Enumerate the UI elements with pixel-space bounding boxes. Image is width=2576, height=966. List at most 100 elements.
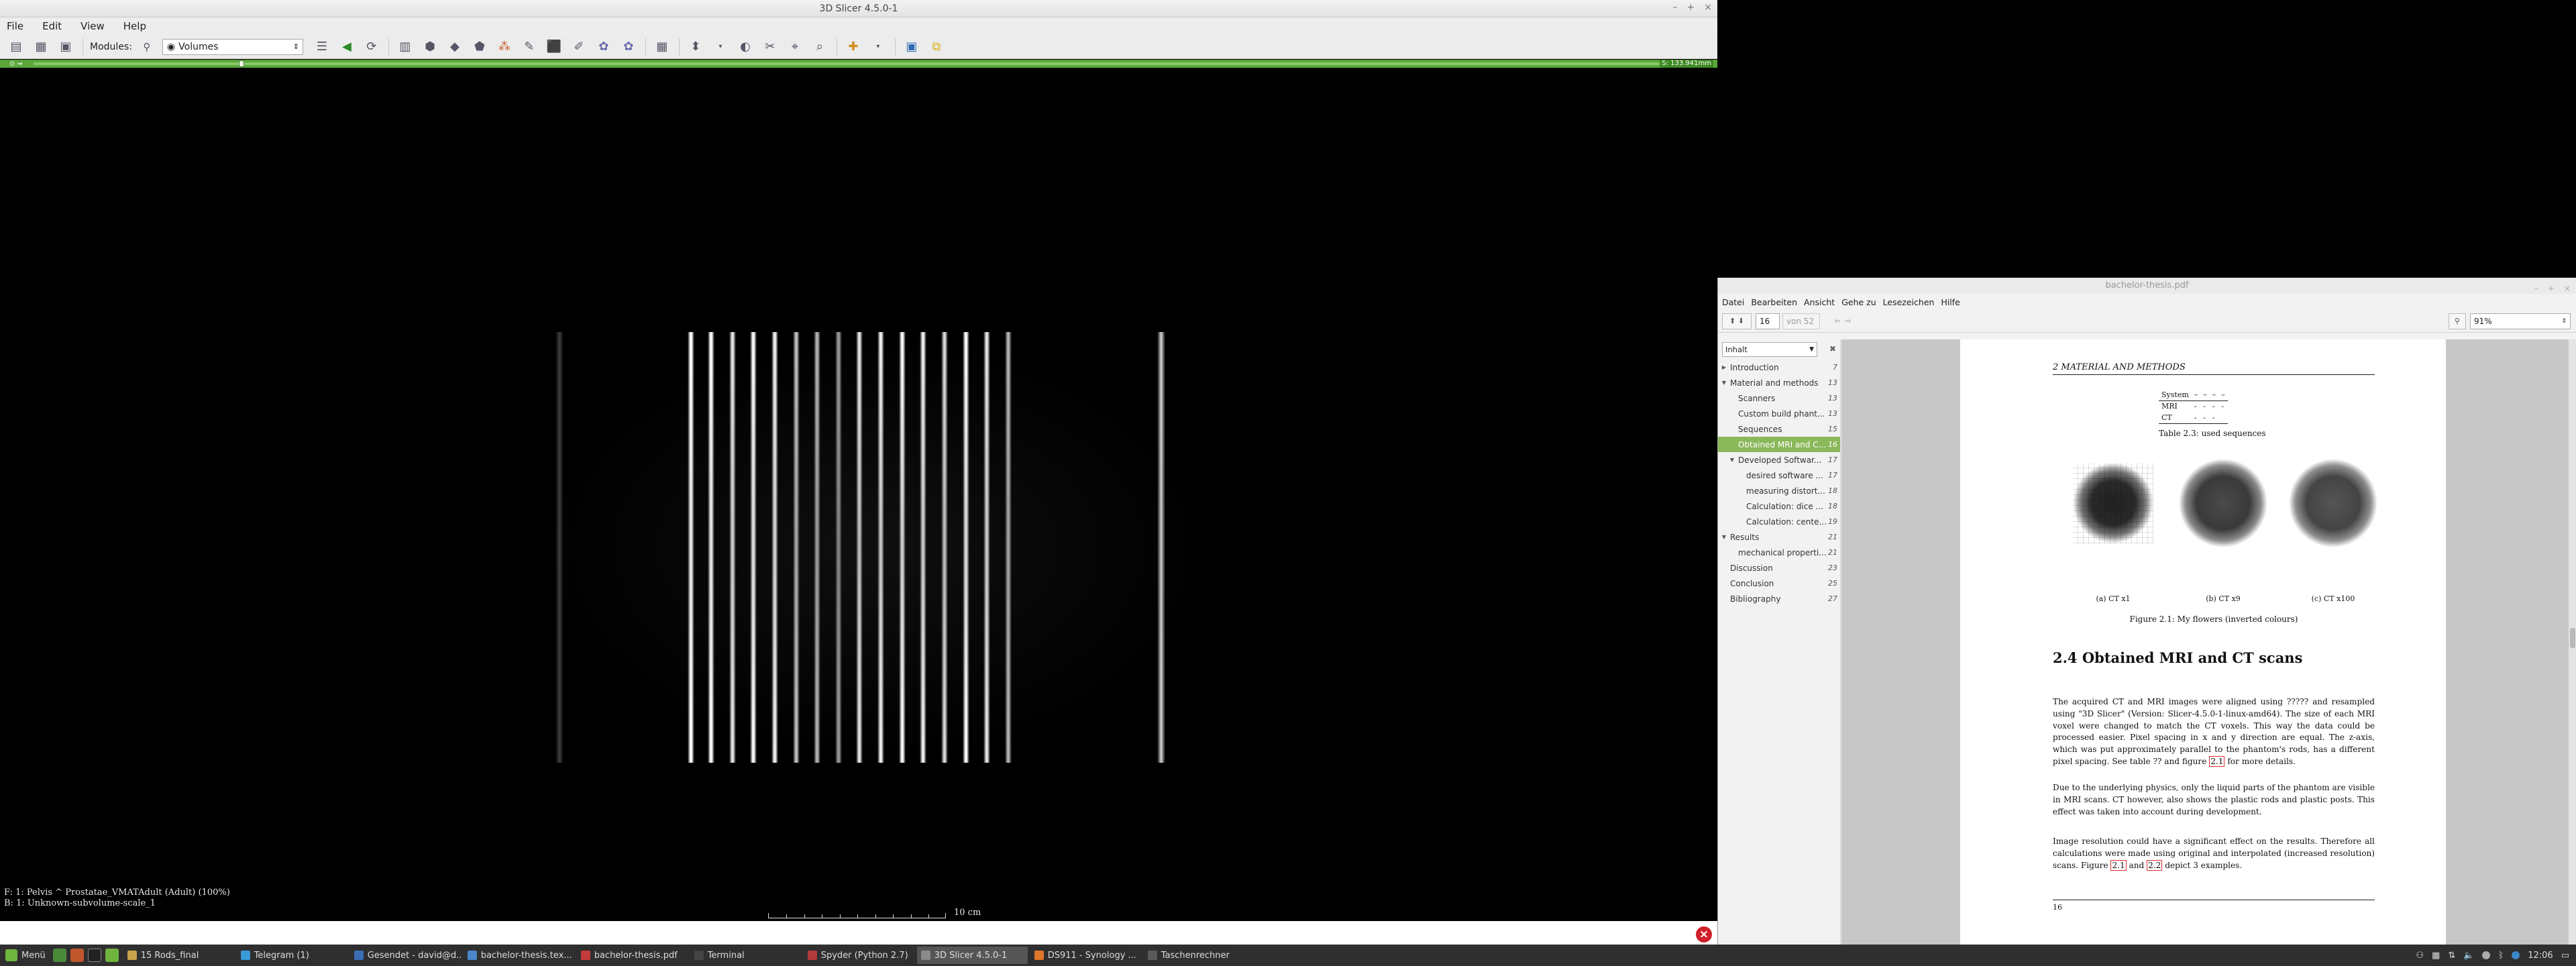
mouse-mode-icon[interactable]: ⬍ bbox=[686, 38, 705, 56]
taskbar-task[interactable]: 15 Rods_final bbox=[123, 947, 234, 964]
taskbar-task[interactable]: Terminal bbox=[690, 947, 801, 964]
expander-icon[interactable]: ▼ bbox=[1729, 457, 1735, 463]
history-nav[interactable]: ⇦ ⇨ bbox=[1828, 313, 1858, 329]
segment-icon[interactable]: ⬛ bbox=[545, 38, 564, 56]
bluetooth-icon[interactable]: ᛒ bbox=[2498, 951, 2504, 961]
back-icon[interactable]: ◀ bbox=[337, 38, 356, 56]
taskbar-task[interactable]: Gesendet - david@d... bbox=[350, 947, 461, 964]
forward-icon[interactable]: ⇨ bbox=[1845, 317, 1851, 325]
markups-icon[interactable]: ✎ bbox=[520, 38, 539, 56]
close-icon[interactable]: × bbox=[2564, 280, 2571, 297]
toc-item[interactable]: Scanners 13 bbox=[1718, 390, 1840, 406]
crosshair-icon[interactable]: ⌖ bbox=[786, 38, 804, 56]
taskbar-task[interactable]: Spyder (Python 2.7) bbox=[804, 947, 914, 964]
toc-item[interactable]: Bibliography 27 bbox=[1718, 591, 1840, 606]
menu-help[interactable]: Help bbox=[123, 20, 146, 32]
expander-icon[interactable]: ▼ bbox=[1721, 534, 1727, 540]
network-icon[interactable]: ⇅ bbox=[2448, 951, 2455, 961]
load-dicom-icon[interactable]: ▦ bbox=[32, 38, 50, 56]
taskbar-task[interactable]: bachelor-thesis.tex... bbox=[464, 947, 574, 964]
files-launcher-icon[interactable] bbox=[105, 949, 119, 962]
editor-icon[interactable]: ✐ bbox=[570, 38, 588, 56]
save-icon[interactable]: ▣ bbox=[56, 38, 75, 56]
firefox-launcher-icon[interactable] bbox=[70, 949, 84, 962]
user-icon[interactable]: ⚇ bbox=[2416, 951, 2424, 961]
scrollbar-thumb[interactable] bbox=[2570, 628, 2575, 648]
load-data-icon[interactable]: ▤ bbox=[7, 38, 25, 56]
figure-link[interactable]: 2.1 bbox=[2209, 755, 2225, 767]
toc-item[interactable]: ▼ Developed Softwar... 17 bbox=[1718, 452, 1840, 468]
document-view[interactable]: 2 MATERIAL AND METHODS System – – – – MRI - - -… bbox=[1841, 339, 2576, 946]
volumes-icon[interactable]: ◆ bbox=[445, 38, 464, 56]
taskbar-task[interactable]: Taschenrechner bbox=[1144, 947, 1254, 964]
minimize-icon[interactable]: – bbox=[2534, 280, 2538, 297]
toc-item[interactable]: Discussion 23 bbox=[1718, 560, 1840, 576]
menu-edit[interactable]: Edit bbox=[42, 20, 62, 32]
page-up-down-button[interactable]: ⬆ ⬇ bbox=[1722, 313, 1752, 329]
toc-item[interactable]: Custom build phant... 13 bbox=[1718, 406, 1840, 421]
menu-bearbeiten[interactable]: Bearbeiten bbox=[1751, 297, 1797, 307]
battery-icon[interactable] bbox=[2512, 951, 2520, 959]
minimize-icon[interactable]: – bbox=[1673, 2, 1678, 13]
menu-gehe-zu[interactable]: Gehe zu bbox=[1841, 297, 1876, 307]
toc-item[interactable]: ▼ Results 21 bbox=[1718, 529, 1840, 545]
volume-icon[interactable]: 🔈 bbox=[2463, 951, 2474, 961]
expander-icon[interactable]: ▼ bbox=[1721, 380, 1727, 386]
toc-item[interactable]: mechanical properti... 21 bbox=[1718, 545, 1840, 560]
maximize-icon[interactable]: + bbox=[1687, 2, 1695, 13]
menu-file[interactable]: File bbox=[7, 20, 23, 32]
module-search-icon[interactable]: ⚲ bbox=[138, 38, 156, 56]
terminal-launcher-icon[interactable] bbox=[87, 949, 101, 962]
module-selector[interactable]: ◉ Volumes ⇕ bbox=[162, 38, 303, 55]
menu-ansicht[interactable]: Ansicht bbox=[1804, 297, 1835, 307]
layout-icon[interactable]: ▦ bbox=[653, 38, 672, 56]
toc-item[interactable]: ▼ Material and methods 13 bbox=[1718, 375, 1840, 390]
toc-item[interactable]: Calculation: dice ... 18 bbox=[1718, 498, 1840, 514]
slice-offset-slider[interactable] bbox=[34, 62, 1670, 65]
taskbar-task[interactable]: DS911 - Synology ... bbox=[1030, 947, 1141, 964]
taskbar-task[interactable]: Telegram (1) bbox=[237, 947, 347, 964]
slice-viewport[interactable]: F: 1: Pelvis ^ Prostatae_VMATAdult (Adul… bbox=[0, 68, 1717, 921]
pin-icon[interactable]: ⊙ ⇒ bbox=[9, 60, 23, 68]
python-icon[interactable]: ⧉ bbox=[927, 38, 946, 56]
close-sidebar-icon[interactable]: ✖ bbox=[1829, 344, 1836, 354]
dropdown-icon[interactable]: ▾ bbox=[711, 38, 730, 56]
models-icon[interactable]: ⬟ bbox=[470, 38, 489, 56]
screenshot-icon[interactable]: ✂ bbox=[761, 38, 780, 56]
keyboard-icon[interactable]: ▦ bbox=[2432, 951, 2440, 961]
page-number-input[interactable]: 16 bbox=[1756, 313, 1780, 329]
toc-item[interactable]: desired software ... 17 bbox=[1718, 468, 1840, 483]
toc-item[interactable]: measuring distort... 18 bbox=[1718, 483, 1840, 498]
figure-link[interactable]: 2.2 bbox=[2147, 859, 2163, 871]
notification-icon[interactable]: ▭ bbox=[2561, 951, 2569, 961]
figure-link[interactable]: 2.1 bbox=[2110, 859, 2127, 871]
taskbar-task[interactable]: 3D Slicer 4.5.0-1 bbox=[916, 947, 1028, 964]
python-console-icon[interactable]: ▣ bbox=[902, 38, 921, 56]
maximize-icon[interactable]: + bbox=[2548, 280, 2555, 297]
welcome-icon[interactable]: ▥ bbox=[396, 38, 415, 56]
pdf-titlebar[interactable]: bachelor-thesis.pdf – + × bbox=[1718, 278, 2576, 294]
toc-item[interactable]: Conclusion 25 bbox=[1718, 576, 1840, 591]
menu-view[interactable]: View bbox=[80, 20, 105, 32]
close-icon[interactable]: × bbox=[1704, 2, 1712, 13]
forward-icon[interactable]: ⟳ bbox=[362, 38, 381, 56]
error-log-icon[interactable]: × bbox=[1696, 926, 1712, 943]
extensions-2-icon[interactable]: ✿ bbox=[619, 38, 638, 56]
view-icon[interactable]: ⌕ bbox=[810, 38, 829, 56]
slicer-titlebar[interactable]: 3D Slicer 4.5.0-1 – + × bbox=[0, 0, 1717, 17]
menu-datei[interactable]: Datei bbox=[1722, 297, 1744, 307]
sidebar-mode-select[interactable]: Inhalt ▼ bbox=[1722, 342, 1817, 357]
menu-hilfe[interactable]: Hilfe bbox=[1941, 297, 1960, 307]
data-icon[interactable]: ⬢ bbox=[421, 38, 439, 56]
vertical-scrollbar[interactable] bbox=[2569, 339, 2576, 946]
search-icon[interactable]: ⚲ bbox=[2449, 313, 2466, 329]
updates-icon[interactable] bbox=[2482, 951, 2491, 959]
transforms-icon[interactable]: ⁂ bbox=[495, 38, 514, 56]
taskbar-task[interactable]: bachelor-thesis.pdf bbox=[577, 947, 688, 964]
clock[interactable]: 12:06 bbox=[2528, 951, 2553, 961]
show-desktop-icon[interactable] bbox=[52, 949, 66, 962]
toc-item[interactable]: Obtained MRI and C... 16 bbox=[1718, 437, 1840, 452]
dropdown-2-icon[interactable]: ▾ bbox=[869, 38, 888, 56]
extensions-icon[interactable]: ✿ bbox=[594, 38, 613, 56]
toc-item[interactable]: Calculation: cente... 19 bbox=[1718, 514, 1840, 529]
